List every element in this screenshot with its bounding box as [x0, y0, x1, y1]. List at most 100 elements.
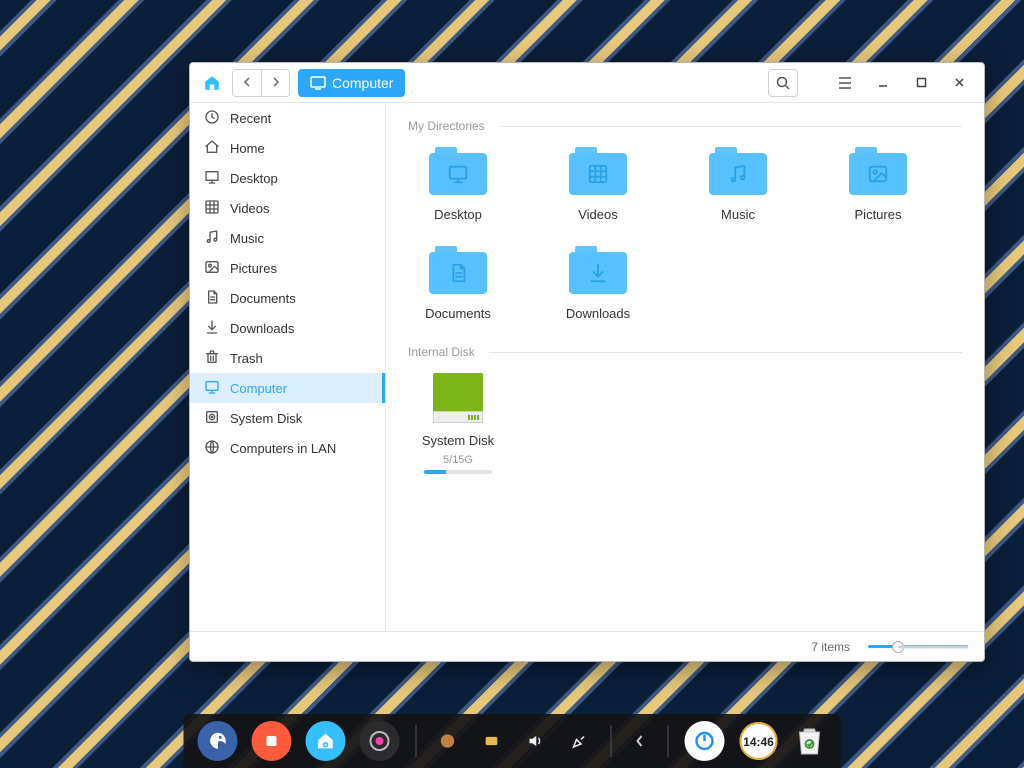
sidebar-item-computer[interactable]: Computer	[190, 373, 385, 403]
folder-tile-downloads[interactable]: Downloads	[548, 246, 648, 321]
tray-tray-2[interactable]	[477, 721, 507, 761]
music-icon	[204, 229, 220, 248]
nav-back-button[interactable]	[233, 70, 261, 96]
location-label: Computer	[332, 75, 393, 91]
folder-icon	[569, 246, 627, 294]
dock-settings[interactable]	[360, 721, 400, 761]
dock-separator	[668, 725, 669, 757]
content-area: My Directories Desktop Videos Music Pict…	[386, 103, 984, 631]
dock-launcher[interactable]	[198, 721, 238, 761]
folder-label: Videos	[548, 207, 648, 222]
hamburger-icon	[838, 77, 852, 89]
folder-icon	[569, 147, 627, 195]
dock-recorder[interactable]	[252, 721, 292, 761]
disk-usage-bar	[424, 470, 492, 474]
dock-clock[interactable]: 14:46	[739, 721, 779, 761]
desktop-wallpaper: Computer Recent Home Desktop V	[0, 0, 1024, 768]
sidebar-item-downloads[interactable]: Downloads	[190, 313, 385, 343]
tray-volume[interactable]	[521, 721, 551, 761]
sidebar-item-label: Trash	[230, 351, 263, 366]
sidebar: Recent Home Desktop Videos Music Picture…	[190, 103, 386, 631]
image-icon	[204, 259, 220, 278]
sidebar-item-label: Recent	[230, 111, 271, 126]
statusbar: 7 items	[190, 631, 984, 661]
close-icon	[954, 77, 965, 88]
nav-buttons	[232, 69, 290, 97]
zoom-slider[interactable]	[868, 645, 968, 648]
dock-collapse-button[interactable]	[628, 721, 652, 761]
sidebar-item-label: Desktop	[230, 171, 278, 186]
download-icon	[204, 319, 220, 338]
sidebar-item-label: Music	[230, 231, 264, 246]
sidebar-item-label: System Disk	[230, 411, 302, 426]
divider	[489, 352, 962, 353]
folder-tile-desktop[interactable]: Desktop	[408, 147, 508, 222]
sidebar-item-lan[interactable]: Computers in LAN	[190, 433, 385, 463]
folder-label: Pictures	[828, 207, 928, 222]
monitor-icon	[204, 379, 220, 398]
app-logo-icon	[200, 71, 224, 95]
window-maximize-button[interactable]	[906, 69, 936, 97]
sidebar-item-label: Videos	[230, 201, 270, 216]
status-item-count: 7 items	[811, 640, 850, 654]
folder-tile-music[interactable]: Music	[688, 147, 788, 222]
folder-tile-documents[interactable]: Documents	[408, 246, 508, 321]
dock-separator	[416, 725, 417, 757]
folder-tile-pictures[interactable]: Pictures	[828, 147, 928, 222]
folder-icon	[429, 147, 487, 195]
sidebar-item-recent[interactable]: Recent	[190, 103, 385, 133]
tray-tray-1[interactable]	[433, 721, 463, 761]
film-icon	[204, 199, 220, 218]
minimize-icon	[877, 77, 889, 89]
sidebar-item-label: Documents	[230, 291, 296, 306]
maximize-icon	[916, 77, 927, 88]
folder-icon	[709, 147, 767, 195]
sidebar-item-pictures[interactable]: Pictures	[190, 253, 385, 283]
sidebar-item-systemdisk[interactable]: System Disk	[190, 403, 385, 433]
sidebar-item-label: Home	[230, 141, 265, 156]
sidebar-item-desktop[interactable]: Desktop	[190, 163, 385, 193]
search-icon	[776, 76, 790, 90]
folder-label: Downloads	[548, 306, 648, 321]
sidebar-item-videos[interactable]: Videos	[190, 193, 385, 223]
section-mydirs-label: My Directories	[408, 119, 485, 133]
titlebar: Computer	[190, 63, 984, 103]
folder-label: Music	[688, 207, 788, 222]
menu-button[interactable]	[830, 69, 860, 97]
disk-label: System Disk	[408, 433, 508, 448]
dock-filemanager[interactable]	[306, 721, 346, 761]
sidebar-item-home[interactable]: Home	[190, 133, 385, 163]
dock-separator	[611, 725, 612, 757]
sidebar-item-documents[interactable]: Documents	[190, 283, 385, 313]
sidebar-item-trash[interactable]: Trash	[190, 343, 385, 373]
svg-text:14:46: 14:46	[743, 735, 774, 749]
dock: 14:46	[184, 714, 841, 768]
globe-icon	[204, 439, 220, 458]
monitor-icon	[204, 169, 220, 188]
nav-forward-button[interactable]	[261, 70, 289, 96]
divider	[499, 126, 962, 127]
window-close-button[interactable]	[944, 69, 974, 97]
dock-trash[interactable]	[793, 721, 827, 761]
disk-icon	[204, 409, 220, 428]
dock-power[interactable]	[685, 721, 725, 761]
monitor-icon	[310, 76, 326, 90]
window-minimize-button[interactable]	[868, 69, 898, 97]
home-icon	[204, 139, 220, 158]
location-chip[interactable]: Computer	[298, 69, 405, 97]
sidebar-item-label: Downloads	[230, 321, 294, 336]
sidebar-item-music[interactable]: Music	[190, 223, 385, 253]
disk-icon	[433, 373, 483, 423]
folder-tile-videos[interactable]: Videos	[548, 147, 648, 222]
trash-icon	[204, 349, 220, 368]
sidebar-item-label: Pictures	[230, 261, 277, 276]
folder-label: Documents	[408, 306, 508, 321]
search-button[interactable]	[768, 69, 798, 97]
folder-icon	[429, 246, 487, 294]
disk-tile-system[interactable]: System Disk 5/15G	[408, 373, 508, 474]
sidebar-item-label: Computers in LAN	[230, 441, 336, 456]
tray-picker[interactable]	[565, 721, 595, 761]
doc-icon	[204, 289, 220, 308]
folder-icon	[849, 147, 907, 195]
section-internal-label: Internal Disk	[408, 345, 475, 359]
